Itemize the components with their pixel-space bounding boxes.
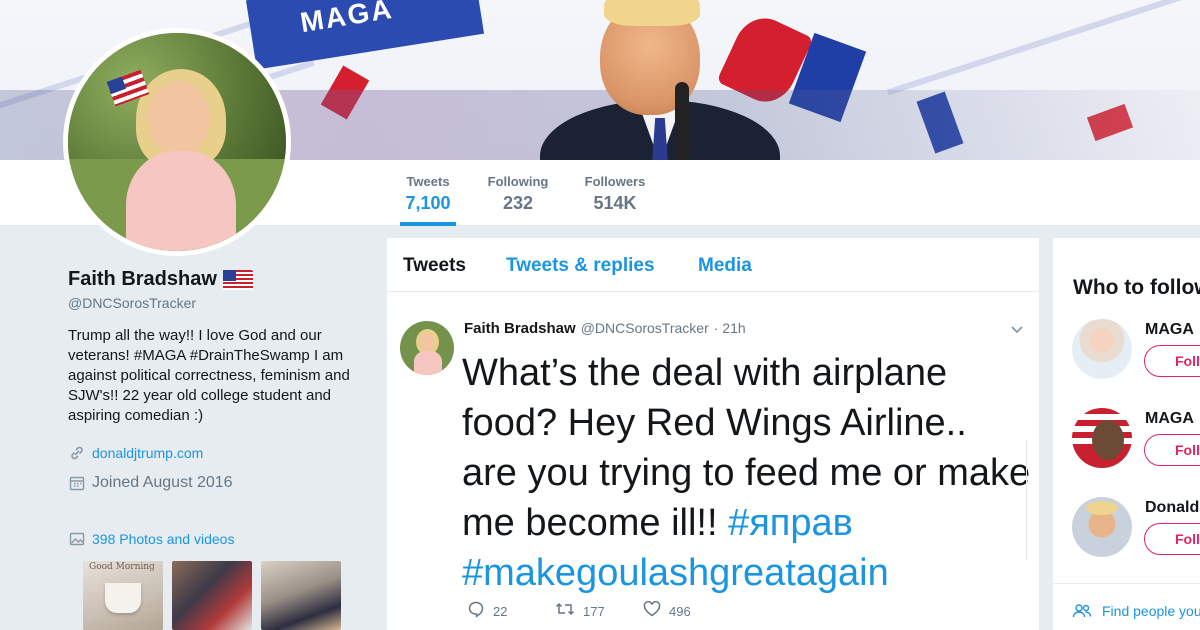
- nav-following-label: Following: [487, 174, 549, 189]
- tweet-hashtag[interactable]: #яправ: [728, 502, 853, 544]
- nav-tweets[interactable]: Tweets 7,100: [400, 174, 456, 226]
- tweet-avatar-body: [414, 351, 442, 375]
- divider: [1053, 583, 1200, 584]
- suggested-name[interactable]: MAGA: [1145, 410, 1194, 428]
- nav-following-count: 232: [502, 193, 534, 213]
- media-thumbnail[interactable]: [172, 561, 252, 630]
- image-icon: [68, 530, 86, 548]
- profile-website[interactable]: donaldjtrump.com: [68, 444, 368, 462]
- suggested-account[interactable]: MAGA Follow: [1072, 408, 1200, 478]
- nav-following[interactable]: Following 232: [486, 174, 550, 214]
- media-thumbnail[interactable]: Good Morning: [83, 561, 163, 630]
- tweet-header: Faith Bradshaw @DNCSorosTracker · 21h: [464, 320, 746, 337]
- tweet-avatar-face: [420, 333, 435, 351]
- us-flag-icon: [222, 269, 253, 290]
- suggested-avatar[interactable]: [1072, 408, 1132, 468]
- suggested-name[interactable]: Donald: [1145, 499, 1199, 517]
- suggested-avatar[interactable]: [1072, 319, 1132, 379]
- photos-videos-label[interactable]: 398 Photos and videos: [92, 531, 234, 547]
- nav-followers-label: Followers: [584, 174, 646, 189]
- nav-tweets-count: 7,100: [405, 193, 451, 213]
- reply-count: 22: [493, 604, 508, 619]
- profile-joined: Joined August 2016: [68, 474, 368, 492]
- profile-website-link[interactable]: donaldjtrump.com: [92, 445, 203, 461]
- retweet-button[interactable]: 177: [555, 601, 643, 622]
- scroll-divider: [1026, 440, 1027, 560]
- find-people-label[interactable]: Find people you know: [1102, 603, 1200, 622]
- tweet-author-name[interactable]: Faith Bradshaw: [464, 320, 576, 337]
- tweet-actions: 22 177 496: [467, 600, 691, 623]
- nav-tweets-label: Tweets: [406, 174, 450, 189]
- follow-button[interactable]: Follow: [1144, 345, 1200, 377]
- banner-microphone: [675, 82, 689, 160]
- photos-videos-link[interactable]: 398 Photos and videos: [68, 530, 234, 548]
- nav-followers-count: 514K: [593, 193, 637, 213]
- avatar-face: [148, 81, 210, 157]
- avatar-body: [126, 151, 236, 251]
- profile-name-row: Faith Bradshaw: [68, 268, 368, 291]
- retweet-icon: [555, 601, 575, 622]
- profile-avatar[interactable]: [63, 28, 291, 256]
- link-icon: [68, 444, 86, 462]
- profile-card: Faith Bradshaw @DNCSorosTracker Trump al…: [68, 268, 368, 492]
- tweet-text: What’s the deal with airplane food? Hey …: [462, 348, 1032, 598]
- reply-button[interactable]: 22: [467, 600, 555, 623]
- reply-icon: [467, 600, 485, 623]
- chevron-down-icon[interactable]: [1010, 322, 1024, 338]
- tweet-hashtag[interactable]: #makegoulashgreatagain: [462, 552, 889, 594]
- follow-button[interactable]: Follow: [1144, 434, 1200, 466]
- suggested-account[interactable]: MAGA Follow: [1072, 319, 1200, 389]
- heart-icon: [643, 600, 661, 622]
- suggested-name[interactable]: MAGA: [1145, 321, 1194, 339]
- tweet-timestamp[interactable]: · 21h: [714, 320, 746, 336]
- nav-followers[interactable]: Followers 514K: [583, 174, 647, 214]
- coffee-cup-image: [105, 583, 141, 613]
- suggested-account[interactable]: Donald Follow: [1072, 497, 1200, 567]
- banner-hair: [604, 0, 700, 26]
- like-button[interactable]: 496: [643, 600, 691, 622]
- media-thumbnails: Good Morning: [83, 561, 341, 630]
- banner-streak: [886, 0, 1194, 96]
- thumbnail-caption: Good Morning: [89, 562, 155, 572]
- profile-joined-text: Joined August 2016: [92, 474, 233, 491]
- profile-name[interactable]: Faith Bradshaw: [68, 268, 217, 291]
- like-count: 496: [669, 604, 691, 619]
- retweet-count: 177: [583, 604, 605, 619]
- media-thumbnail[interactable]: [261, 561, 341, 630]
- calendar-icon: [68, 474, 86, 492]
- follow-button[interactable]: Follow: [1144, 523, 1200, 555]
- find-people-link[interactable]: Find people you know: [1072, 603, 1200, 622]
- who-to-follow-title: Who to follow: [1073, 276, 1200, 299]
- suggested-avatar[interactable]: [1072, 497, 1132, 557]
- who-to-follow: Who to follow MAGA Follow MAGA Follow Do…: [1053, 238, 1200, 630]
- people-icon: [1072, 603, 1092, 622]
- profile-handle[interactable]: @DNCSorosTracker: [68, 295, 368, 311]
- profile-bio: Trump all the way!! I love God and our v…: [68, 327, 350, 424]
- tweet-avatar[interactable]: [400, 321, 454, 375]
- tweet[interactable]: Faith Bradshaw @DNCSorosTracker · 21h Wh…: [387, 238, 1039, 630]
- tweet-author-handle[interactable]: @DNCSorosTracker: [581, 320, 709, 336]
